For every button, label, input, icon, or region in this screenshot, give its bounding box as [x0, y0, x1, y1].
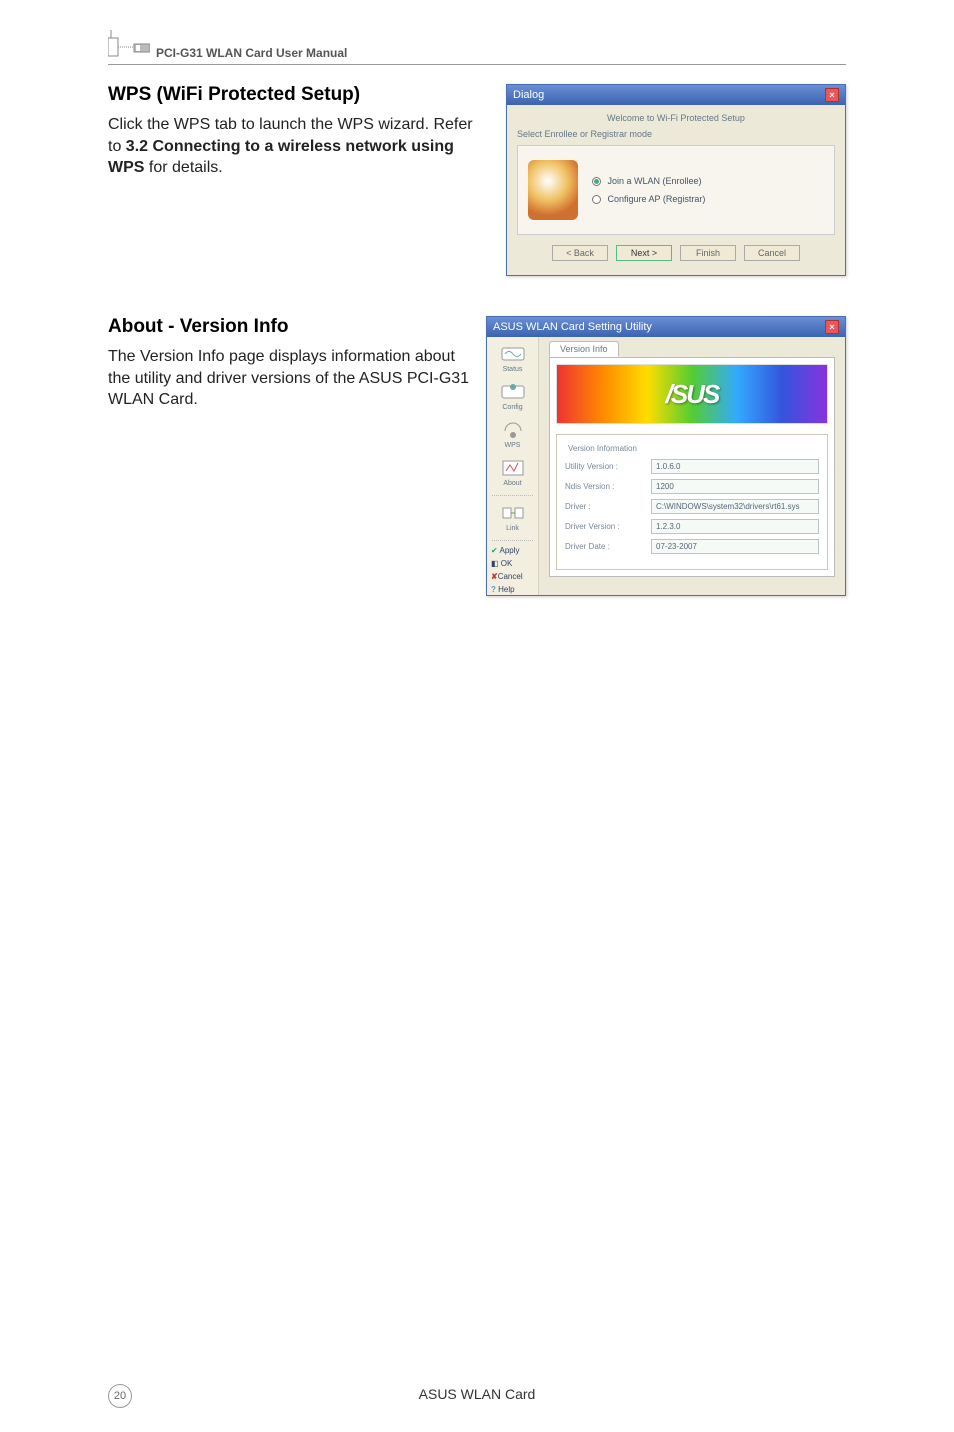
driver-path-field: C:\WINDOWS\system32\drivers\rt61.sys — [651, 499, 819, 514]
radio-enrollee-label: Join a WLAN (Enrollee) — [608, 176, 702, 186]
sidebar-item-about[interactable]: About — [492, 455, 534, 491]
next-button[interactable]: Next > — [616, 245, 672, 261]
sidebar-item-status[interactable]: Status — [492, 341, 534, 377]
wps-icon — [499, 419, 527, 441]
ndis-version-label: Ndis Version : — [565, 482, 645, 491]
about-icon — [499, 457, 527, 479]
version-info-pane: /SUS Version Information Utility Version… — [549, 357, 835, 577]
driver-date-field: 07-23-2007 — [651, 539, 819, 554]
ok-label: OK — [501, 559, 513, 568]
sidebar-item-link[interactable]: Link — [492, 500, 534, 536]
section-wps: WPS (WiFi Protected Setup) Click the WPS… — [108, 84, 846, 276]
finish-button[interactable]: Finish — [680, 245, 736, 261]
driver-version-label: Driver Version : — [565, 522, 645, 531]
device-illustration-icon — [528, 160, 578, 220]
close-icon[interactable]: × — [825, 320, 839, 334]
wps-title: WPS (WiFi Protected Setup) — [108, 84, 490, 106]
tab-version-info[interactable]: Version Info — [549, 341, 619, 357]
wps-body-post: for details. — [144, 159, 222, 176]
cancel-label: Cancel — [498, 572, 523, 581]
manual-title: PCI-G31 WLAN Card User Manual — [156, 46, 347, 60]
dialog1-welcome: Welcome to Wi-Fi Protected Setup — [517, 111, 835, 129]
help-label: Help — [498, 585, 514, 594]
radio-registrar-label: Configure AP (Registrar) — [608, 194, 706, 204]
version-group-label: Version Information — [565, 444, 640, 453]
close-icon[interactable]: × — [825, 88, 839, 102]
sidebar-about-label: About — [503, 480, 521, 487]
section-about: About - Version Info The Version Info pa… — [108, 316, 846, 596]
asus-logo-icon: /SUS — [556, 364, 828, 424]
driver-path-label: Driver : — [565, 502, 645, 511]
utility-version-field: 1.0.6.0 — [651, 459, 819, 474]
utility-sidebar: Status Config WPS About — [487, 337, 539, 595]
sidebar-cancel-button[interactable]: ✘Cancel — [487, 571, 538, 582]
radio-dot-icon — [592, 177, 601, 186]
status-icon — [499, 343, 527, 365]
utility-version-label: Utility Version : — [565, 462, 645, 471]
sidebar-status-label: Status — [503, 366, 523, 373]
driver-date-label: Driver Date : — [565, 542, 645, 551]
ndis-version-field: 1200 — [651, 479, 819, 494]
wps-dialog-window: Dialog × Welcome to Wi-Fi Protected Setu… — [506, 84, 846, 276]
sidebar-item-config[interactable]: Config — [492, 379, 534, 415]
apply-label: Apply — [499, 546, 519, 555]
sidebar-link-label: Link — [506, 525, 519, 532]
radio-dot-icon — [592, 195, 601, 204]
apply-button[interactable]: ✔ Apply — [487, 545, 538, 556]
driver-version-field: 1.2.3.0 — [651, 519, 819, 534]
page-header: PCI-G31 WLAN Card User Manual — [108, 30, 846, 65]
dialog1-title: Dialog — [513, 89, 544, 101]
sidebar-wps-label: WPS — [505, 442, 521, 449]
dialog1-mode-label: Select Enrollee or Registrar mode — [517, 129, 835, 139]
version-info-group: Version Information Utility Version : 1.… — [556, 434, 828, 570]
link-icon — [499, 502, 527, 524]
dialog2-title: ASUS WLAN Card Setting Utility — [493, 321, 652, 333]
config-icon — [499, 381, 527, 403]
ok-button[interactable]: ◧ OK — [487, 558, 538, 569]
about-title: About - Version Info — [108, 316, 470, 338]
radio-registrar[interactable]: Configure AP (Registrar) — [592, 194, 705, 204]
sidebar-item-wps[interactable]: WPS — [492, 417, 534, 453]
footer-text: ASUS WLAN Card — [0, 1386, 954, 1402]
wps-body: Click the WPS tab to launch the WPS wiza… — [108, 114, 490, 179]
help-button[interactable]: ? Help — [487, 584, 538, 595]
setting-utility-window: ASUS WLAN Card Setting Utility × Status … — [486, 316, 846, 596]
radio-enrollee[interactable]: Join a WLAN (Enrollee) — [592, 176, 705, 186]
sidebar-config-label: Config — [502, 404, 522, 411]
cancel-button[interactable]: Cancel — [744, 245, 800, 261]
about-body: The Version Info page displays informati… — [108, 346, 470, 411]
back-button[interactable]: < Back — [552, 245, 608, 261]
wlan-card-icon — [108, 30, 150, 60]
